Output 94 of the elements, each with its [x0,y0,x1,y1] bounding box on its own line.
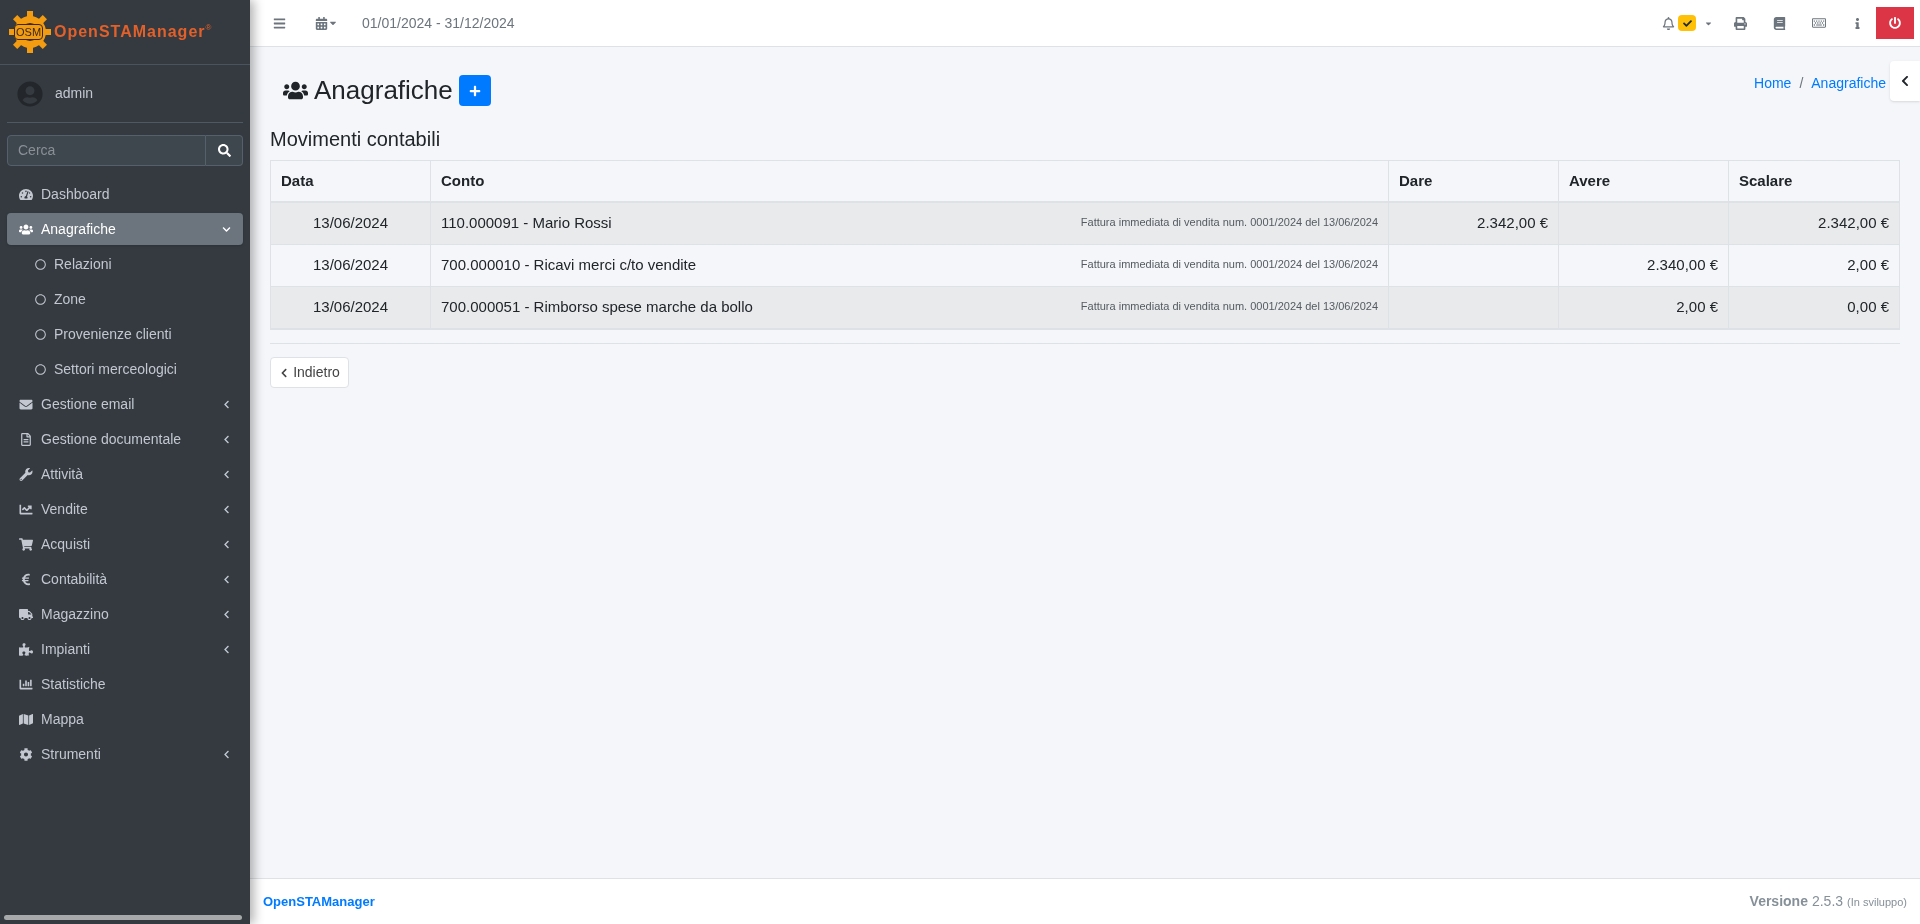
table-cell-text: 0,00 € [1846,297,1890,318]
chevron-left-icon [1899,75,1911,87]
column-header: Data [271,161,431,201]
submenu-item[interactable]: Relazioni [7,248,243,280]
sidebar-item[interactable]: Mappa [7,703,243,735]
submenu-item[interactable]: Provenienze clienti [7,318,243,350]
breadcrumb-link[interactable]: Anagrafiche [1811,73,1886,94]
users-icon [19,222,33,236]
breadcrumb-link[interactable]: Home [1754,73,1792,94]
search-icon [217,144,231,157]
sidebar-item[interactable]: Acquisti [7,528,243,560]
column-header: Avere [1559,161,1729,201]
table-cell: 13/06/2024 [271,245,431,286]
movement-note: Fattura immediata di vendita num. 0001/2024 del 13/06/2024 [1080,215,1378,230]
sidebar-toggle[interactable] [1890,61,1920,101]
submenu-item[interactable]: Zone [7,283,243,315]
sidebar-item[interactable]: Strumenti [7,738,243,770]
section-title: Movimenti contabili [270,127,442,152]
back-button[interactable]: Indietro [270,357,349,388]
version-status: (In sviluppo) [1847,895,1907,910]
book-icon [1773,16,1786,30]
page-title: Anagrafiche [314,74,453,107]
document-icon [19,432,33,446]
wrench-icon [19,467,33,481]
logo-text: OpenSTAManager [54,22,206,42]
sidebar-item[interactable]: Statistiche [7,668,243,700]
sidebar-item[interactable]: Gestione email [7,388,243,420]
chevron-left-icon [279,367,290,378]
table-cell: 2.342,00 € [1389,203,1559,244]
sidebar-item[interactable]: Attività [7,458,243,490]
chevron-left-icon [222,434,231,444]
chevron-left-icon [222,504,231,514]
table-cell: 2.340,00 € [1559,245,1729,286]
table-cell: 13/06/2024 [271,203,431,244]
search-field[interactable]: Cerca [7,135,206,166]
breadcrumb-separator: / [1799,74,1804,93]
column-header: Conto [431,161,1389,201]
check-badge-icon [1678,15,1696,31]
sidebar-item[interactable]: Magazzino [7,598,243,630]
chevron-left-icon [222,609,231,619]
movement-note: Fattura immediata di vendita num. 0001/2024 del 13/06/2024 [1080,299,1378,314]
search-button[interactable] [206,135,243,166]
table-cell-text: 2,00 € [1846,255,1890,276]
envelope-icon [19,397,33,411]
map-icon [19,712,33,726]
table-cell: 13/06/2024 [271,287,431,328]
plus-icon [468,84,481,97]
chevron-left-icon [222,399,231,409]
info-icon [1852,17,1863,29]
registered-mark: ® [205,22,212,32]
chevron-left-icon [222,749,231,759]
table-cell: 2,00 € [1559,287,1729,328]
calendar-button[interactable] [315,16,338,30]
column-header: Dare [1389,161,1559,201]
scrollbar[interactable] [4,915,242,920]
keyboard-icon [1812,16,1826,30]
chevron-left-icon [222,469,231,479]
cart-icon [19,537,33,551]
sidebar-item[interactable]: Gestione documentale [7,423,243,455]
version-number: 2.5.3 [1811,892,1844,911]
account-name: 110.000091 - Mario Rossi [441,213,612,234]
date-range: 01/01/2024 - 31/12/2024 [362,13,515,33]
chevron-left-icon [222,644,231,654]
gear-icon [19,747,33,761]
bar-chart-icon [19,677,33,691]
puzzle-icon [19,642,33,656]
account-name: 700.000010 - Ricavi merci c/to vendite [441,255,697,276]
sidebar-item[interactable]: Dashboard [7,178,243,210]
column-header: Scalare [1738,170,1794,191]
chevron-down-icon [222,224,231,234]
movement-note: Fattura immediata di vendita num. 0001/2024 del 13/06/2024 [1080,257,1378,272]
add-button[interactable] [458,75,491,106]
chevron-left-icon [222,539,231,549]
bell-icon [1662,16,1675,30]
menu-icon [273,16,286,30]
sidebar-item[interactable]: Impianti [7,633,243,665]
truck-icon [19,607,33,621]
dashboard-icon [19,187,33,201]
version-label: Versione [1749,892,1808,911]
euro-icon [19,572,33,586]
logout-button[interactable] [1876,7,1914,39]
print-icon [1734,16,1747,30]
footer-link[interactable]: OpenSTAManager [263,891,375,912]
sidebar-item[interactable]: Anagrafiche [7,213,243,245]
sidebar-item[interactable]: Vendite [7,493,243,525]
power-icon [1889,17,1901,29]
chevron-left-icon [222,574,231,584]
calendar-icon [315,16,328,30]
line-chart-icon [19,502,33,516]
table-cell-text: 2.342,00 € [1817,213,1890,234]
user-name: admin [55,84,94,103]
submenu-item[interactable]: Settori merceologici [7,353,243,385]
sidebar-item[interactable]: Contabilità [7,563,243,595]
account-name: 700.000051 - Rimborso spese marche da bollo [441,297,753,318]
